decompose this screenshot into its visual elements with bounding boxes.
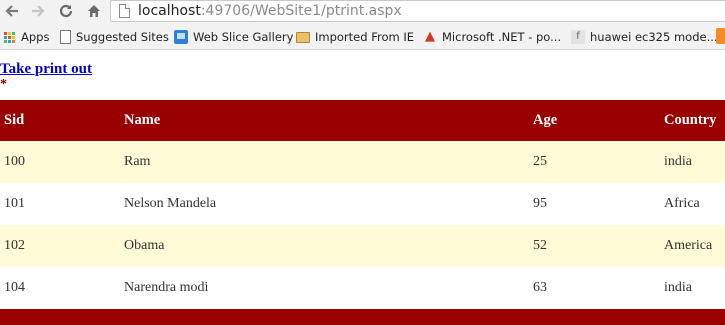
forward-arrow-icon[interactable] (28, 1, 48, 21)
browser-toolbar: localhost:49706/WebSite1/ptrint.aspx (0, 0, 725, 24)
url-host: localhost (138, 3, 201, 19)
cell-sid: 102 (4, 238, 25, 253)
address-bar[interactable]: localhost:49706/WebSite1/ptrint.aspx (110, 0, 725, 22)
bookmark-label: Suggested Sites (76, 30, 169, 44)
table-header-row: Sid Name Age Country (0, 100, 725, 141)
bookmark-label: Apps (21, 30, 50, 44)
bookmark-label: Web Slice Gallery (193, 30, 294, 44)
cell-name: Obama (124, 238, 165, 253)
page-icon (119, 4, 130, 18)
cell-name: Ram (124, 154, 151, 169)
cell-country: America (664, 238, 713, 253)
students-table: Sid Name Age Country 100 Ram 25 india 10… (0, 100, 725, 309)
header-name: Name (124, 112, 161, 128)
cell-sid: 100 (4, 154, 25, 169)
extension-icon[interactable] (716, 28, 725, 44)
reload-icon[interactable] (56, 1, 76, 21)
bookmark-label: Imported From IE (315, 30, 415, 44)
bookmark-label: Microsoft .NET - po... (442, 30, 562, 44)
cell-name: Nelson Mandela (124, 196, 217, 211)
page-icon (60, 30, 71, 44)
cell-age: 52 (533, 238, 547, 253)
cell-sid: 104 (4, 280, 25, 295)
table-row: 100 Ram 25 india (0, 141, 725, 183)
back-arrow-icon[interactable] (2, 1, 22, 21)
bookmark-microsoft-net[interactable]: ▲ Microsoft .NET - po... (423, 28, 561, 46)
cell-age: 25 (533, 154, 547, 169)
table-row: 102 Obama 52 America (0, 225, 725, 267)
table-row: 101 Nelson Mandela 95 Africa (0, 183, 725, 225)
cell-age: 63 (533, 280, 547, 295)
header-age: Age (533, 112, 558, 128)
cell-country: Africa (664, 196, 700, 211)
cell-age: 95 (533, 196, 547, 211)
bookmark-web-slice-gallery[interactable]: Web Slice Gallery (174, 28, 293, 46)
url-path: :49706/WebSite1/ptrint.aspx (200, 3, 402, 19)
table-row: 104 Narendra modi 63 india (0, 267, 725, 309)
take-print-out-link[interactable]: Take print out (0, 61, 92, 78)
bookmark-suggested-sites[interactable]: Suggested Sites (60, 28, 169, 46)
url-text: localhost:49706/WebSite1/ptrint.aspx (138, 1, 402, 21)
asterisk-marker: * (0, 77, 7, 92)
cell-country: india (664, 280, 692, 295)
facebook-icon: f (571, 30, 585, 44)
table-footer-row (0, 309, 725, 325)
cell-sid: 101 (4, 196, 25, 211)
home-icon[interactable] (84, 1, 104, 21)
bookmark-label: huawei ec325 mode... (590, 30, 718, 44)
apps-grid-icon (2, 30, 16, 44)
bookmark-imported-from-ie[interactable]: Imported From IE (296, 28, 414, 46)
bookmark-apps[interactable]: Apps (2, 28, 49, 46)
header-country: Country (664, 112, 717, 128)
web-slice-icon (174, 30, 188, 44)
cell-name: Narendra modi (124, 280, 209, 295)
cell-country: india (664, 154, 692, 169)
microsoft-icon: ▲ (425, 29, 435, 44)
bookmarks-bar: Apps Suggested Sites Web Slice Gallery I… (0, 24, 725, 50)
folder-icon (296, 31, 310, 43)
bookmark-huawei[interactable]: f huawei ec325 mode... (571, 28, 718, 46)
header-sid: Sid (4, 112, 25, 128)
